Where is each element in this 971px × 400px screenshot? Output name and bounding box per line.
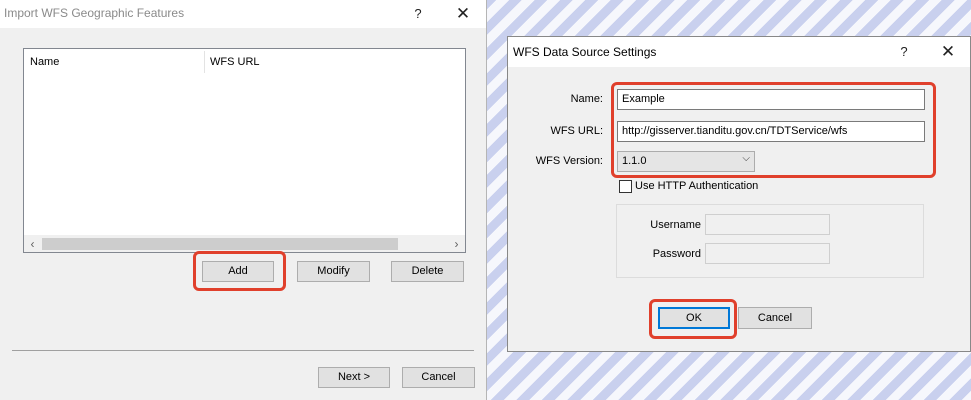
- wfs-url-input[interactable]: http://gisserver.tianditu.gov.cn/TDTServ…: [617, 121, 925, 142]
- wfs-url-label: WFS URL:: [550, 125, 603, 137]
- settings-dialog-title: WFS Data Source Settings: [513, 45, 657, 59]
- wfs-version-label: WFS Version:: [535, 155, 603, 167]
- add-button[interactable]: Add: [202, 261, 274, 282]
- ok-button[interactable]: OK: [658, 307, 730, 329]
- username-label: Username: [650, 219, 701, 231]
- wfs-source-list[interactable]: Name WFS URL ‹ ›: [23, 48, 466, 253]
- name-input[interactable]: Example: [617, 89, 925, 110]
- modify-button[interactable]: Modify: [297, 261, 370, 282]
- scrollbar-thumb[interactable]: [42, 238, 398, 250]
- help-icon[interactable]: ?: [893, 41, 915, 63]
- password-label: Password: [652, 248, 701, 260]
- close-icon[interactable]: ✕: [937, 41, 959, 63]
- horizontal-scrollbar[interactable]: ‹ ›: [24, 235, 465, 252]
- wfs-version-select[interactable]: 1.1.0 ⌵: [617, 151, 755, 172]
- authentication-group: Username Password: [616, 204, 924, 278]
- settings-dialog-titlebar: WFS Data Source Settings ? ✕: [508, 37, 970, 67]
- http-auth-checkbox[interactable]: [619, 180, 632, 193]
- chevron-down-icon: ⌵: [742, 153, 750, 164]
- column-divider[interactable]: [204, 51, 205, 73]
- delete-button[interactable]: Delete: [391, 261, 464, 282]
- name-label: Name:: [570, 93, 603, 105]
- wfs-data-source-settings-dialog: WFS Data Source Settings ? ✕ Name: Examp…: [507, 36, 971, 352]
- footer-divider: [12, 350, 474, 351]
- close-icon[interactable]: ✕: [452, 3, 474, 25]
- help-icon[interactable]: ?: [407, 3, 429, 25]
- cancel-button[interactable]: Cancel: [402, 367, 475, 388]
- password-input: [705, 243, 830, 264]
- cancel-button[interactable]: Cancel: [738, 307, 812, 329]
- import-wfs-dialog: Import WFS Geographic Features ? ✕ Name …: [0, 0, 487, 400]
- next-button[interactable]: Next >: [318, 367, 390, 388]
- import-dialog-titlebar: Import WFS Geographic Features ? ✕: [0, 0, 486, 28]
- column-header-wfs-url[interactable]: WFS URL: [210, 56, 260, 68]
- scroll-right-icon[interactable]: ›: [448, 236, 465, 253]
- wfs-version-value: 1.1.0: [622, 155, 647, 167]
- column-header-name[interactable]: Name: [30, 56, 59, 68]
- http-auth-label[interactable]: Use HTTP Authentication: [635, 180, 758, 192]
- username-input: [705, 214, 830, 235]
- import-dialog-title: Import WFS Geographic Features: [4, 6, 185, 20]
- scroll-left-icon[interactable]: ‹: [24, 236, 41, 253]
